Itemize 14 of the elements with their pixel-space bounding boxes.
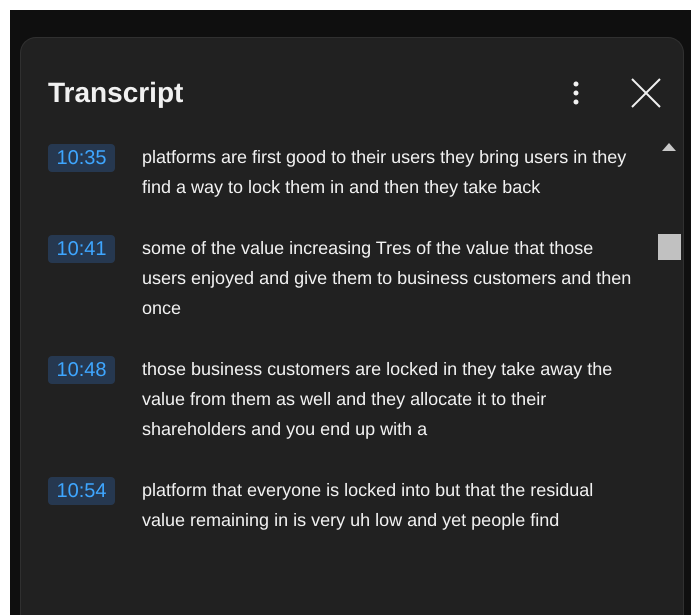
more-icon	[573, 81, 579, 105]
transcript-text: those business customers are locked in they take away the value from them as well and they allocate it to their shareholders and you end up with a	[142, 358, 614, 441]
close-button[interactable]	[629, 76, 663, 110]
timestamp-button[interactable]: 10:41	[48, 235, 115, 263]
scroll-up-icon[interactable]	[662, 143, 676, 151]
timestamp-button[interactable]: 10:35	[48, 144, 115, 172]
timestamp-button[interactable]: 10:54	[48, 477, 115, 505]
timestamp-button[interactable]: 10:48	[48, 356, 115, 384]
transcript-text: platform that everyone is locked into but that the residual value remaining in is very uh low and yet people find	[142, 479, 594, 532]
scrollbar-thumb[interactable]	[658, 234, 681, 260]
transcript-text: some of the value increasing Tres of the value that those users enjoyed and give them to business customers and then once	[142, 237, 632, 320]
panel-title: Transcript	[48, 79, 184, 107]
transcript-text: platforms are first good to their users they bring users in they find a way to lock them in and then they take back	[142, 146, 628, 199]
close-icon	[631, 78, 661, 108]
